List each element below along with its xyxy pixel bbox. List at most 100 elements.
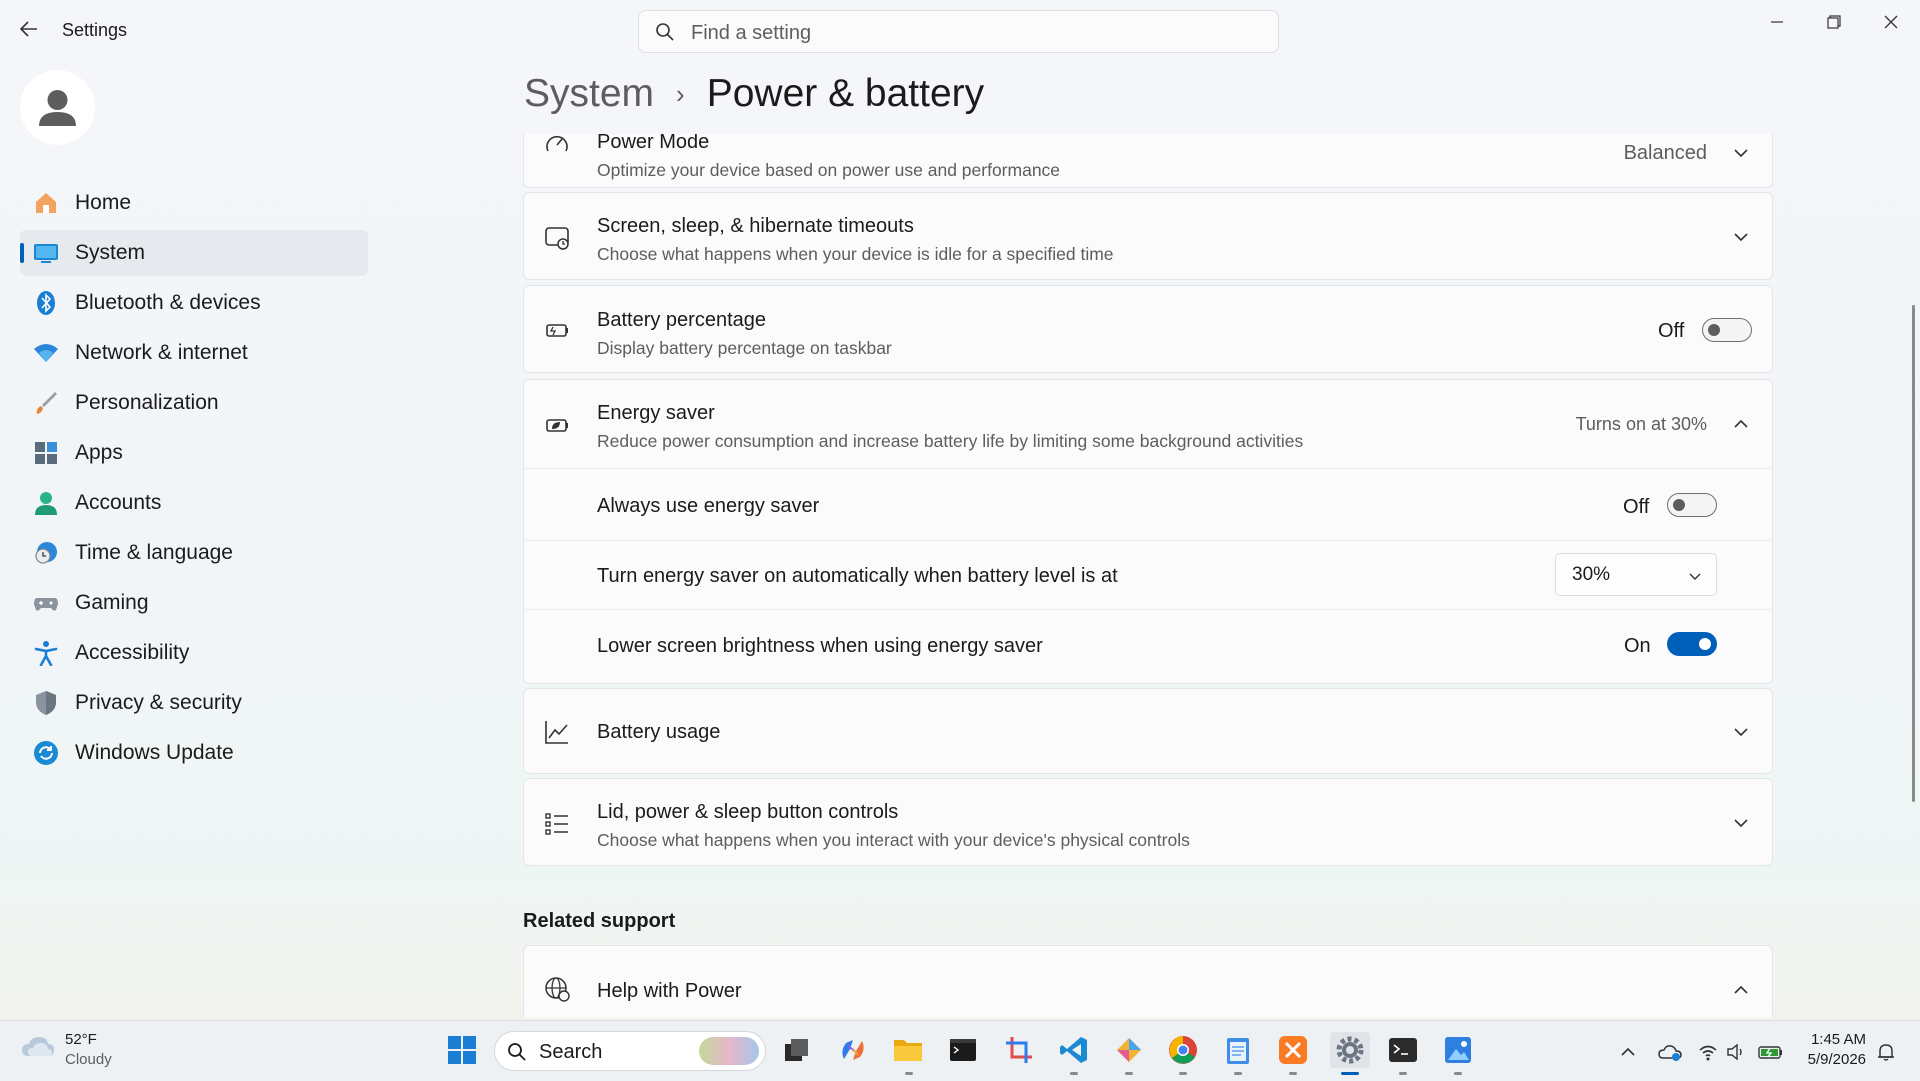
accounts-icon bbox=[33, 490, 59, 516]
task-view-icon[interactable] bbox=[779, 1032, 815, 1068]
scrollbar[interactable] bbox=[1912, 305, 1915, 802]
energy-saver-card: Energy saver Reduce power consumption an… bbox=[523, 379, 1773, 684]
running-indicator bbox=[1234, 1072, 1242, 1075]
timeouts-desc: Choose what happens when your device is … bbox=[597, 244, 1114, 264]
power-mode-icon bbox=[546, 135, 568, 152]
chevron-up-icon[interactable] bbox=[1732, 415, 1750, 433]
wifi-icon[interactable] bbox=[1698, 1042, 1718, 1062]
chevron-down-icon[interactable] bbox=[1732, 144, 1750, 162]
weather-condition[interactable]: Cloudy bbox=[65, 1051, 112, 1068]
restore-button[interactable] bbox=[1814, 8, 1854, 38]
page-title: Power & battery bbox=[706, 72, 985, 115]
paint-icon[interactable] bbox=[1111, 1032, 1147, 1068]
copilot-icon[interactable] bbox=[835, 1032, 871, 1068]
vscode-icon[interactable] bbox=[1056, 1032, 1092, 1068]
globe-help-icon bbox=[545, 977, 570, 1002]
chevron-up-icon[interactable] bbox=[1732, 981, 1750, 999]
cloud-icon[interactable] bbox=[20, 1032, 56, 1060]
clock-time[interactable]: 1:45 AM bbox=[1788, 1031, 1866, 1048]
running-indicator bbox=[1179, 1072, 1187, 1075]
sidebar-item-home[interactable]: Home bbox=[20, 180, 368, 226]
chevron-down-icon[interactable] bbox=[1732, 723, 1750, 741]
settings-content: Power Mode Optimize your device based on… bbox=[523, 134, 1773, 1018]
minimize-button[interactable] bbox=[1757, 8, 1797, 38]
battery-usage-card[interactable]: Battery usage bbox=[523, 688, 1773, 774]
help-with-power-card[interactable]: Help with Power bbox=[523, 945, 1773, 1018]
avatar[interactable] bbox=[20, 70, 95, 145]
sidebar-item-label: Bluetooth & devices bbox=[75, 291, 261, 314]
breadcrumb: System › Power & battery bbox=[524, 72, 984, 116]
shield-icon bbox=[33, 690, 59, 716]
sidebar: Home System Bluetooth & devices Network … bbox=[20, 180, 370, 780]
search-icon bbox=[656, 23, 674, 41]
settings-icon[interactable] bbox=[1330, 1032, 1370, 1068]
file-explorer-icon[interactable] bbox=[890, 1032, 926, 1068]
sidebar-item-label: Time & language bbox=[75, 541, 233, 564]
back-arrow-icon bbox=[19, 21, 37, 37]
breadcrumb-separator: › bbox=[676, 78, 685, 109]
chevron-up-icon[interactable] bbox=[1618, 1042, 1638, 1062]
terminal-icon[interactable] bbox=[1385, 1032, 1421, 1068]
notepad-icon[interactable] bbox=[1220, 1032, 1256, 1068]
sidebar-item-privacy[interactable]: Privacy & security bbox=[20, 680, 368, 726]
chevron-down-icon[interactable] bbox=[1732, 228, 1750, 246]
notification-bell-icon[interactable] bbox=[1876, 1042, 1896, 1062]
sidebar-item-system[interactable]: System bbox=[20, 230, 368, 276]
always-energy-saver-toggle[interactable] bbox=[1667, 493, 1717, 517]
auto-energy-saver-label: Turn energy saver on automatically when … bbox=[597, 565, 1118, 587]
volume-icon[interactable] bbox=[1726, 1042, 1746, 1062]
battery-percentage-state: Off bbox=[1658, 320, 1685, 342]
sidebar-item-label: Windows Update bbox=[75, 741, 234, 764]
sidebar-item-accounts[interactable]: Accounts bbox=[20, 480, 368, 526]
close-button[interactable] bbox=[1871, 8, 1911, 38]
wifi-icon bbox=[33, 340, 59, 366]
sidebar-item-label: Home bbox=[75, 191, 132, 214]
onedrive-icon[interactable] bbox=[1658, 1042, 1682, 1062]
sidebar-item-bluetooth[interactable]: Bluetooth & devices bbox=[20, 280, 368, 326]
sidebar-item-accessibility[interactable]: Accessibility bbox=[20, 630, 368, 676]
sidebar-item-personalization[interactable]: Personalization bbox=[20, 380, 368, 426]
sidebar-item-label: Gaming bbox=[75, 591, 149, 614]
battery-level-value: 30% bbox=[1572, 564, 1611, 585]
weather-temp[interactable]: 52°F bbox=[65, 1031, 97, 1048]
user-icon bbox=[39, 90, 76, 126]
search-box[interactable] bbox=[638, 10, 1279, 53]
running-indicator bbox=[1070, 1072, 1078, 1075]
taskbar-search-label: Search bbox=[539, 1041, 603, 1063]
back-button[interactable] bbox=[14, 18, 44, 44]
sidebar-item-gaming[interactable]: Gaming bbox=[20, 580, 368, 626]
sidebar-item-windows-update[interactable]: Windows Update bbox=[20, 730, 368, 776]
sidebar-item-time-language[interactable]: Time & language bbox=[20, 530, 368, 576]
sidebar-item-network[interactable]: Network & internet bbox=[20, 330, 368, 376]
breadcrumb-system[interactable]: System bbox=[524, 72, 654, 116]
terminal-dark-icon[interactable] bbox=[945, 1032, 981, 1068]
snipping-tool-icon[interactable] bbox=[1001, 1032, 1037, 1068]
sidebar-item-label: Network & internet bbox=[75, 341, 248, 364]
chevron-down-icon[interactable] bbox=[1732, 814, 1750, 832]
power-mode-value[interactable]: Balanced bbox=[1624, 142, 1707, 165]
clock-date[interactable]: 5/9/2026 bbox=[1788, 1051, 1866, 1068]
home-icon bbox=[33, 190, 59, 216]
brush-icon bbox=[33, 390, 59, 416]
power-mode-card[interactable]: Power Mode Optimize your device based on… bbox=[523, 134, 1773, 188]
power-mode-title: Power Mode bbox=[597, 134, 710, 153]
sidebar-item-apps[interactable]: Apps bbox=[20, 430, 368, 476]
xampp-icon[interactable] bbox=[1275, 1032, 1311, 1068]
photos-icon[interactable] bbox=[1440, 1032, 1476, 1068]
lid-controls-card[interactable]: Lid, power & sleep button controls Choos… bbox=[523, 778, 1773, 866]
lower-brightness-toggle[interactable] bbox=[1667, 632, 1717, 656]
search-input[interactable] bbox=[689, 17, 1263, 49]
running-indicator bbox=[1454, 1072, 1462, 1075]
energy-saver-icon bbox=[546, 419, 568, 432]
battery-charging-icon[interactable] bbox=[1758, 1042, 1784, 1062]
system-icon bbox=[33, 240, 59, 266]
chrome-icon[interactable] bbox=[1165, 1032, 1201, 1068]
taskbar-search[interactable]: Search bbox=[494, 1031, 766, 1071]
timeouts-card[interactable]: Screen, sleep, & hibernate timeouts Choo… bbox=[523, 192, 1773, 280]
battery-level-dropdown[interactable]: 30% bbox=[1555, 553, 1717, 596]
battery-icon bbox=[546, 324, 568, 337]
screen-sleep-icon bbox=[545, 227, 569, 250]
start-icon[interactable] bbox=[444, 1032, 480, 1068]
battery-percentage-toggle[interactable] bbox=[1702, 318, 1752, 342]
always-energy-saver-state: Off bbox=[1623, 496, 1650, 518]
